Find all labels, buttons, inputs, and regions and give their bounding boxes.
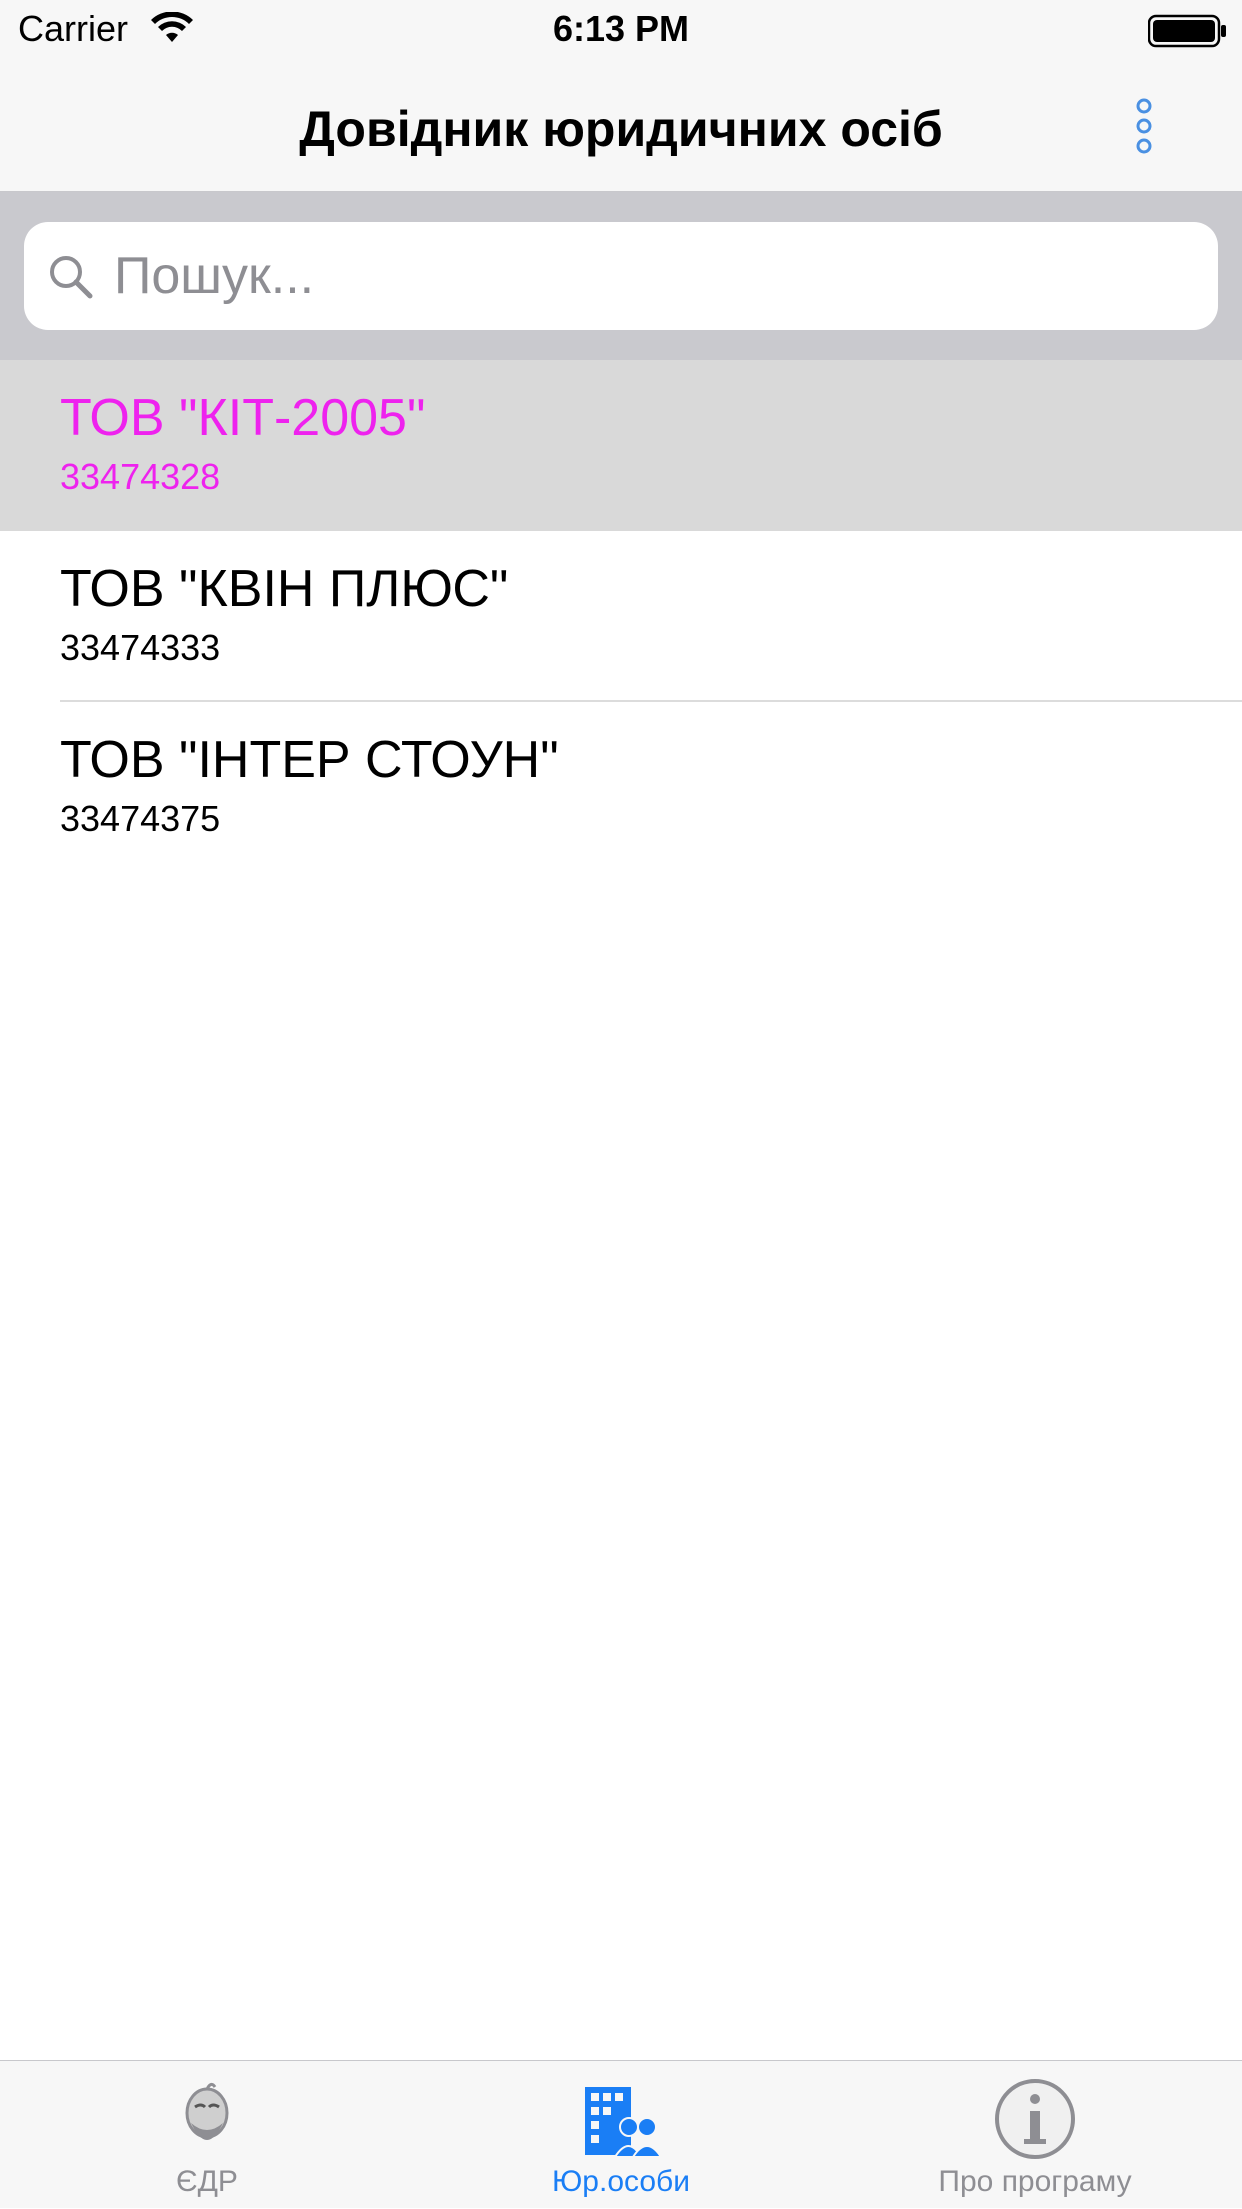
tab-about[interactable]: Про програму xyxy=(828,2061,1242,2209)
list-item[interactable]: ТОВ "КВІН ПЛЮС" 33474333 xyxy=(0,531,1242,702)
info-icon xyxy=(995,2079,1075,2159)
tab-label: Про програму xyxy=(938,2165,1132,2198)
status-time: 6:13 PM xyxy=(552,8,690,49)
tab-label: Юр.особи xyxy=(552,2165,690,2198)
search-field[interactable] xyxy=(24,222,1218,330)
company-name: ТОВ "КВІН ПЛЮС" xyxy=(60,560,509,618)
tab-edr[interactable]: ЄДР xyxy=(0,2061,414,2209)
more-vertical-icon[interactable] xyxy=(1128,96,1160,156)
list-item[interactable]: ТОВ "ІНТЕР СТОУН" 33474375 xyxy=(0,702,1242,873)
companies-icon xyxy=(585,2087,663,2158)
company-name: ТОВ "КІТ-2005" xyxy=(60,389,426,447)
battery-icon xyxy=(1148,14,1226,48)
edr-icon xyxy=(185,2082,229,2140)
search-input[interactable] xyxy=(112,242,1192,310)
company-code: 33474333 xyxy=(60,627,221,668)
tab-bar: ЄДР Юр.особи Про програму xyxy=(0,2060,1242,2208)
navigation-bar: Довідник юридичних осіб xyxy=(0,60,1242,192)
list-item[interactable]: ТОВ "КІТ-2005" 33474328 xyxy=(0,360,1242,531)
company-code: 33474375 xyxy=(60,798,221,839)
company-code: 33474328 xyxy=(60,456,221,497)
tab-label: ЄДР xyxy=(176,2165,238,2198)
company-name: ТОВ "ІНТЕР СТОУН" xyxy=(60,731,559,789)
search-icon xyxy=(50,256,93,299)
tab-companies[interactable]: Юр.особи xyxy=(414,2061,828,2209)
status-bar: Carrier 6:13 PM xyxy=(0,0,1242,60)
search-bar xyxy=(0,192,1242,360)
page-title: Довідник юридичних осіб xyxy=(299,101,943,157)
company-list: ТОВ "КІТ-2005" 33474328 ТОВ "КВІН ПЛЮС" … xyxy=(0,360,1242,873)
